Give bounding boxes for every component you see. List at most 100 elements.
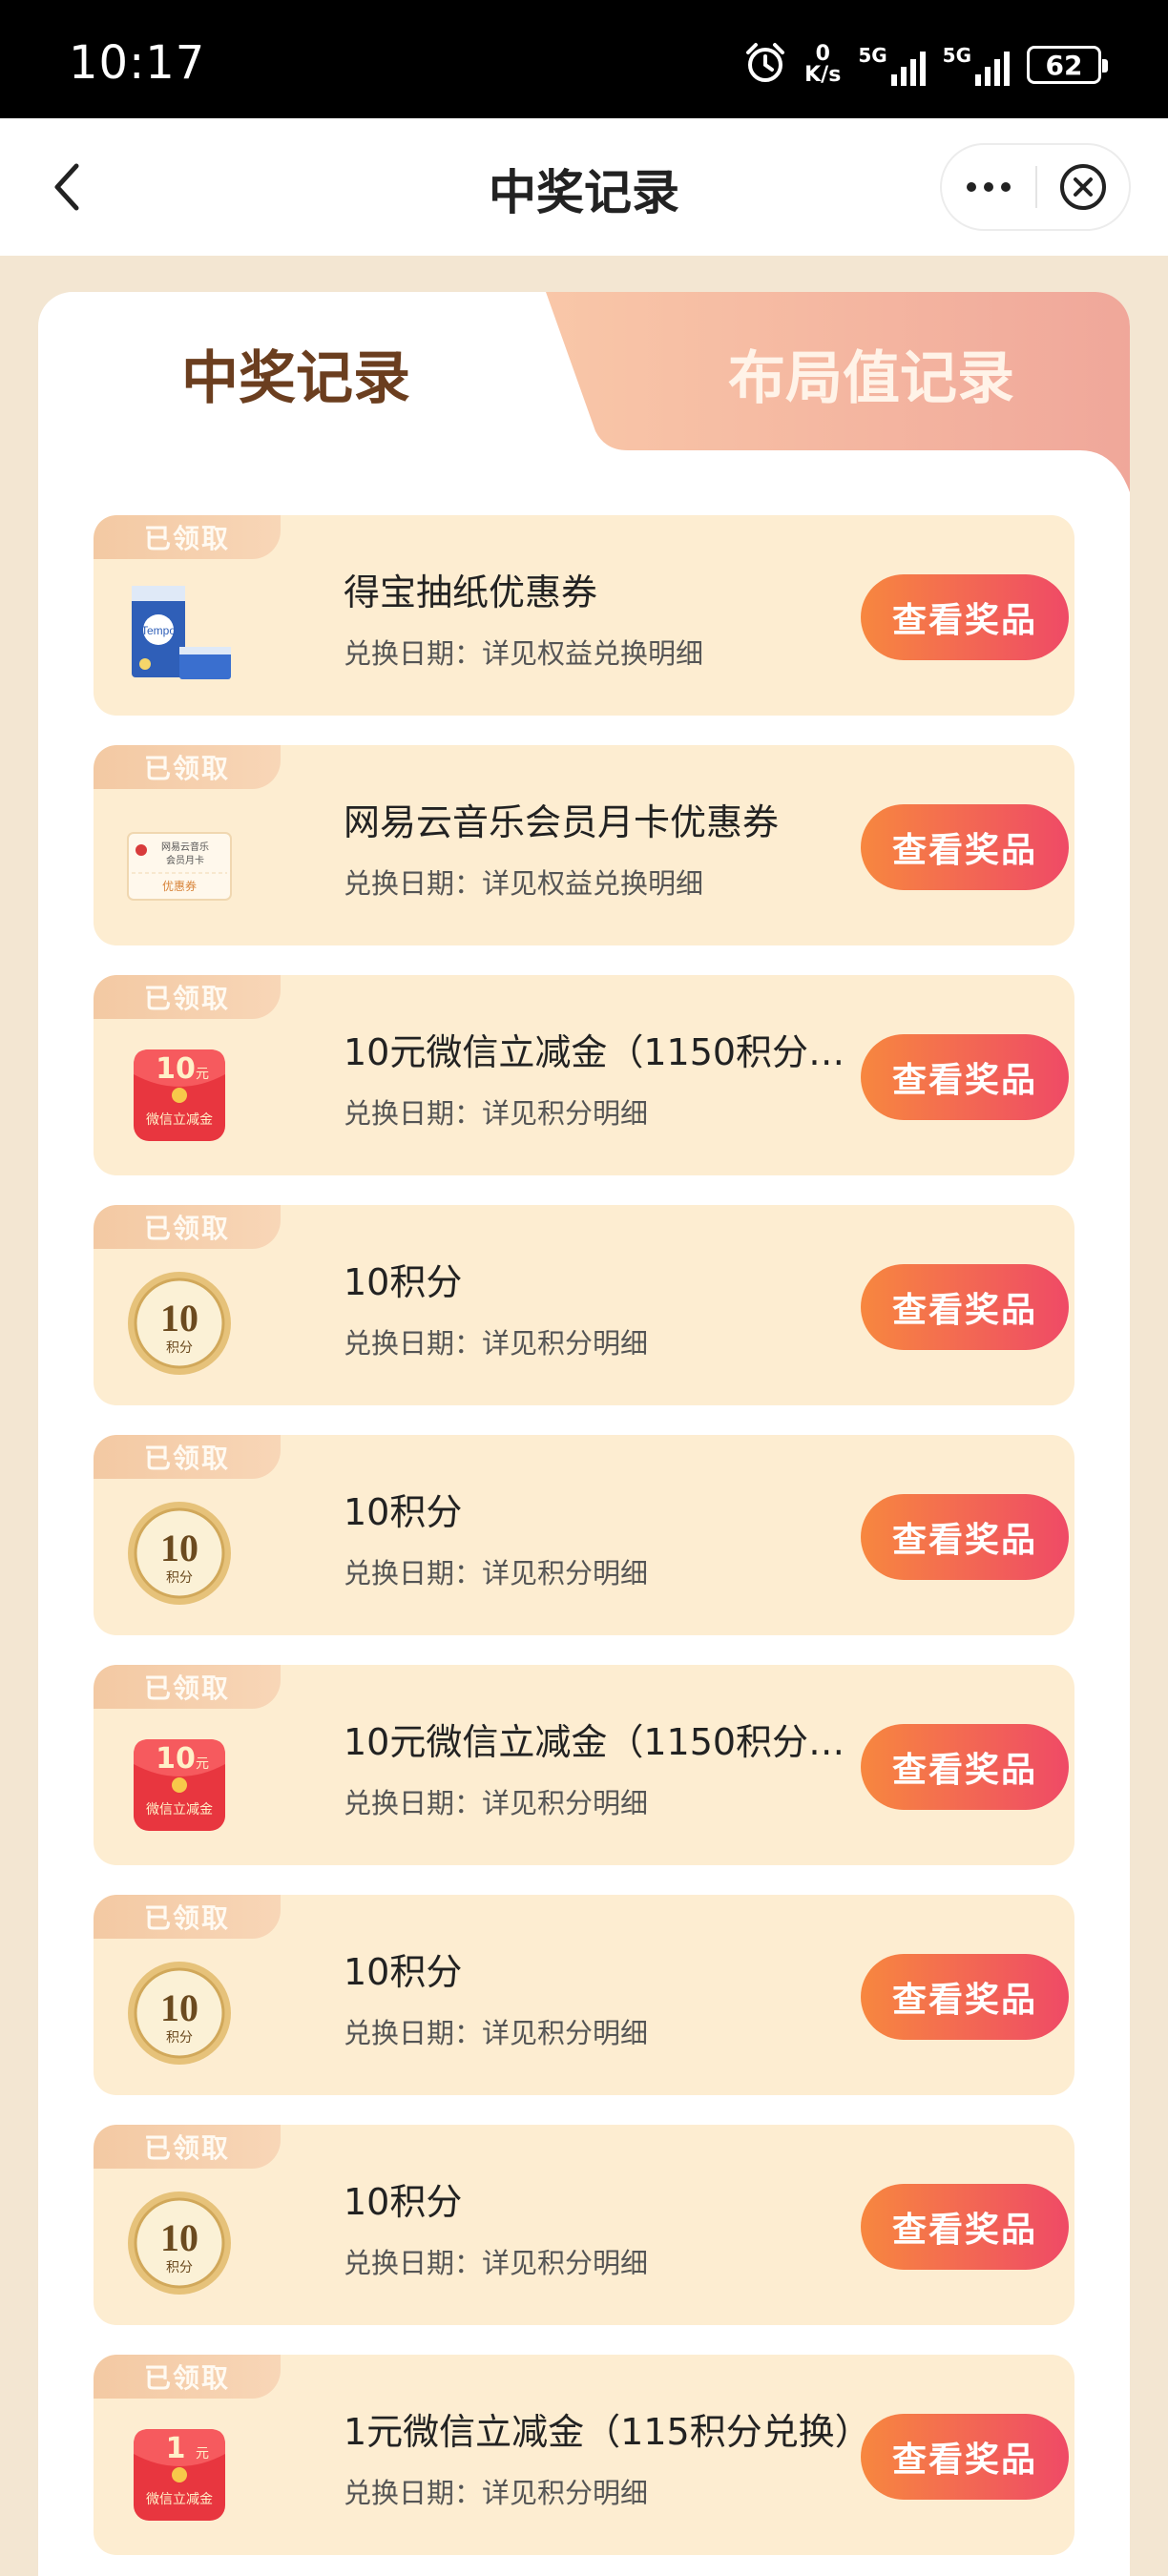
status-bar: 10:17 0 K/s 5G 5G 62 (0, 0, 1168, 118)
signal-sim1: 5G (858, 44, 926, 86)
close-button[interactable] (1037, 143, 1129, 231)
more-button[interactable] (942, 143, 1035, 231)
points-coin-icon: 10 积分 (128, 2192, 231, 2295)
battery-level: 62 (1045, 49, 1083, 81)
prize-record-list: 已领取 Tempo 得宝抽纸优惠券 兑换日期：详见权益兑换明细 查看奖品 已领取… (94, 515, 1074, 2576)
svg-text:1: 1 (166, 2432, 186, 2465)
claimed-badge: 已领取 (94, 1435, 281, 1479)
view-prize-button[interactable]: 查看奖品 (861, 2414, 1069, 2500)
coupon-card-icon: 网易云音乐 会员月卡 优惠券 (127, 832, 232, 901)
claimed-badge: 已领取 (94, 975, 281, 1019)
prize-record-card-8: 已领取 10 积分 10积分 兑换日期：详见积分明细 查看奖品 (94, 2125, 1074, 2325)
prize-thumbnail: 10 积分 (122, 2186, 237, 2300)
svg-text:元: 元 (196, 1756, 209, 1772)
svg-text:积分: 积分 (166, 1570, 193, 1586)
prize-title: 10积分 (344, 1261, 463, 1303)
sim2-label: 5G (942, 44, 971, 67)
prize-thumbnail: 1 元 微信立减金 (122, 2416, 237, 2530)
points-coin-icon: 10 积分 (128, 1272, 231, 1375)
prize-record-card-1: 已领取 Tempo 得宝抽纸优惠券 兑换日期：详见权益兑换明细 查看奖品 (94, 515, 1074, 716)
prize-title: 10元微信立减金（1150积分兑换） (344, 1721, 878, 1763)
prize-record-card-7: 已领取 10 积分 10积分 兑换日期：详见积分明细 查看奖品 (94, 1895, 1074, 2095)
svg-text:10: 10 (160, 1986, 198, 2029)
mini-program-capsule (940, 143, 1131, 231)
alarm-icon (743, 41, 787, 89)
svg-text:微信立减金: 微信立减金 (146, 1802, 213, 1818)
more-dots-icon (967, 182, 976, 192)
svg-text:积分: 积分 (166, 2030, 193, 2046)
view-prize-button[interactable]: 查看奖品 (861, 574, 1069, 660)
view-prize-button[interactable]: 查看奖品 (861, 804, 1069, 890)
battery-icon: 62 (1027, 46, 1108, 84)
prize-record-card-2: 已领取 网易云音乐 会员月卡 优惠券 网易云音乐会员月卡优惠券 兑换日期：详见权… (94, 745, 1074, 945)
tissue-box-icon: Tempo (132, 586, 231, 679)
claimed-badge: 已领取 (94, 745, 281, 789)
svg-text:元: 元 (196, 2446, 209, 2462)
prize-thumbnail: 网易云音乐 会员月卡 优惠券 (122, 806, 237, 921)
prize-thumbnail: 10 元 微信立减金 (122, 1726, 237, 1840)
claimed-badge: 已领取 (94, 2125, 281, 2169)
red-envelope-icon: 10 元 微信立减金 (134, 1739, 225, 1831)
svg-text:10: 10 (160, 2216, 198, 2259)
claimed-badge: 已领取 (94, 515, 281, 559)
prize-thumbnail: Tempo (122, 576, 237, 691)
signal-sim2: 5G (943, 44, 1010, 86)
svg-text:微信立减金: 微信立减金 (146, 1112, 213, 1128)
title-bar: 中奖记录 (0, 118, 1168, 256)
close-circle-icon (1059, 164, 1106, 210)
svg-text:10: 10 (160, 1527, 198, 1569)
svg-text:会员月卡: 会员月卡 (166, 854, 204, 866)
prize-record-card-3: 已领取 10 元 微信立减金 10元微信立减金（1150积分兑换） 兑换日期：详… (94, 975, 1074, 1175)
claimed-badge: 已领取 (94, 1665, 281, 1709)
prize-thumbnail: 10 积分 (122, 1496, 237, 1610)
points-coin-icon: 10 积分 (128, 1962, 231, 2065)
prize-thumbnail: 10 元 微信立减金 (122, 1036, 237, 1151)
status-icons: 0 K/s 5G 5G 62 (743, 36, 1108, 93)
svg-text:微信立减金: 微信立减金 (146, 2492, 213, 2507)
svg-text:Tempo: Tempo (141, 624, 176, 637)
view-prize-button[interactable]: 查看奖品 (861, 1494, 1069, 1580)
view-prize-button[interactable]: 查看奖品 (861, 1264, 1069, 1350)
exchange-date-text: 兑换日期：详见积分明细 (344, 2477, 649, 2509)
red-envelope-icon: 10 元 微信立减金 (134, 1049, 225, 1141)
view-prize-button[interactable]: 查看奖品 (861, 1724, 1069, 1810)
network-speed: 0 K/s (804, 44, 841, 86)
status-time: 10:17 (69, 36, 206, 90)
red-envelope-icon: 1 元 微信立减金 (134, 2429, 225, 2521)
prize-record-card-6: 已领取 10 元 微信立减金 10元微信立减金（1150积分兑换） 兑换日期：详… (94, 1665, 1074, 1865)
prize-thumbnail: 10 积分 (122, 1956, 237, 2070)
svg-text:10: 10 (160, 1297, 198, 1340)
prize-record-card-4: 已领取 10 积分 10积分 兑换日期：详见积分明细 查看奖品 (94, 1205, 1074, 1405)
svg-text:10: 10 (156, 1052, 196, 1086)
claimed-badge: 已领取 (94, 2355, 281, 2399)
prize-title: 10积分 (344, 1951, 463, 1993)
prize-title: 10积分 (344, 1491, 463, 1533)
svg-text:积分: 积分 (166, 1340, 193, 1356)
records-panel: 中奖记录 布局值记录 已领取 Tempo 得宝抽纸优惠券 兑换日期：详见权益兑换… (38, 292, 1130, 2576)
exchange-date-text: 兑换日期：详见权益兑换明细 (344, 637, 704, 670)
view-prize-button[interactable]: 查看奖品 (861, 1034, 1069, 1120)
prize-title: 10积分 (344, 2181, 463, 2223)
exchange-date-text: 兑换日期：详见积分明细 (344, 2017, 649, 2049)
view-prize-button[interactable]: 查看奖品 (861, 2184, 1069, 2270)
prize-title: 得宝抽纸优惠券 (344, 571, 598, 613)
exchange-date-text: 兑换日期：详见积分明细 (344, 1327, 649, 1360)
exchange-date-text: 兑换日期：详见积分明细 (344, 1787, 649, 1819)
exchange-date-text: 兑换日期：详见积分明细 (344, 2247, 649, 2279)
svg-text:优惠券: 优惠券 (162, 879, 197, 893)
claimed-badge: 已领取 (94, 1205, 281, 1249)
tab-layout-value-records[interactable]: 布局值记录 (546, 292, 1130, 454)
claimed-badge: 已领取 (94, 1895, 281, 1939)
exchange-date-text: 兑换日期：详见积分明细 (344, 1097, 649, 1130)
sim1-label: 5G (858, 44, 887, 67)
prize-title: 网易云音乐会员月卡优惠券 (344, 801, 780, 843)
view-prize-button[interactable]: 查看奖品 (861, 1954, 1069, 2040)
prize-title: 10元微信立减金（1150积分兑换） (344, 1031, 878, 1073)
signal-bars-icon (890, 46, 926, 86)
network-speed-unit: K/s (804, 63, 842, 87)
exchange-date-text: 兑换日期：详见积分明细 (344, 1557, 649, 1589)
svg-text:积分: 积分 (166, 2260, 193, 2275)
prize-record-card-9: 已领取 1 元 微信立减金 1元微信立减金（115积分兑换） 兑换日期：详见积分… (94, 2355, 1074, 2555)
svg-text:网易云音乐: 网易云音乐 (161, 841, 209, 853)
tab-prize-records[interactable]: 中奖记录 (38, 292, 611, 454)
